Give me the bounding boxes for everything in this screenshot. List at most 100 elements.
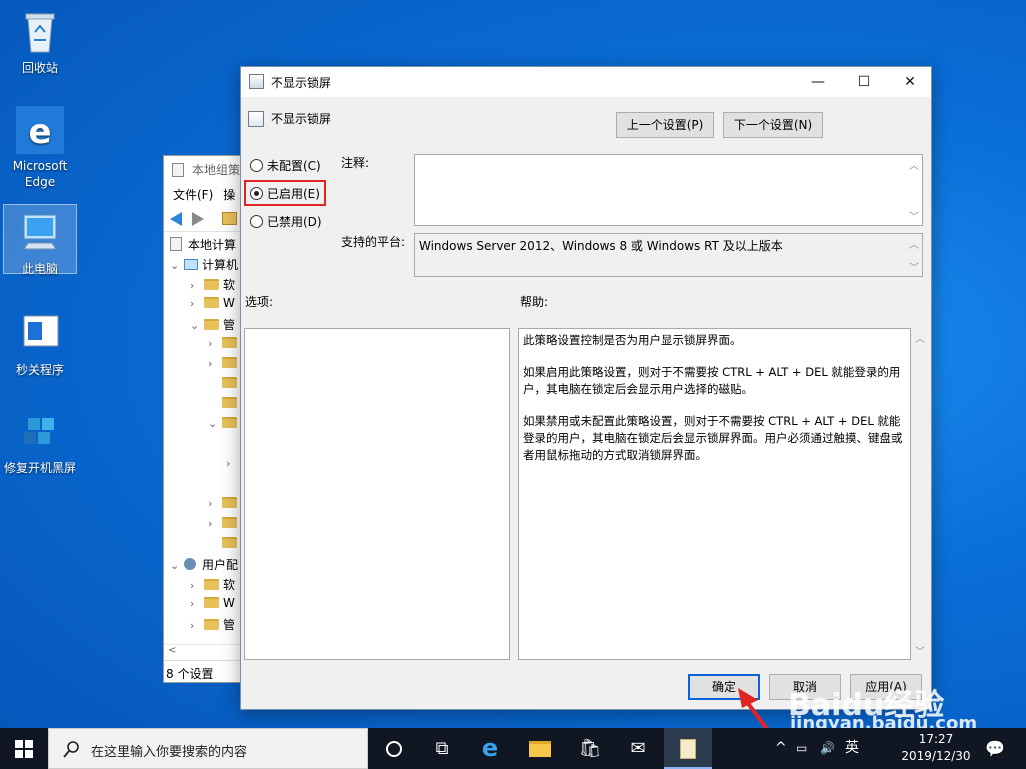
radio-not-configured[interactable]: 未配置(C) bbox=[250, 157, 321, 175]
policy-icon bbox=[248, 111, 264, 127]
folder-icon bbox=[222, 377, 237, 388]
taskbar-file-explorer[interactable] bbox=[516, 728, 564, 769]
forward-arrow-icon[interactable] bbox=[192, 212, 204, 226]
desktop-icon-this-pc[interactable]: 此电脑 bbox=[3, 204, 77, 276]
setting-name: 不显示锁屏 bbox=[271, 112, 332, 126]
taskbar-policy-editor[interactable] bbox=[664, 728, 712, 769]
chevron-right-icon[interactable]: › bbox=[208, 357, 222, 370]
chevron-right-icon[interactable]: › bbox=[190, 297, 204, 310]
help-paragraph: 如果禁用或未配置此策略设置，则对于不需要按 CTRL + ALT + DEL 就… bbox=[523, 414, 903, 462]
tree-node-user-software[interactable]: › 软 bbox=[190, 576, 235, 594]
folder-icon bbox=[222, 417, 237, 428]
scroll-down-icon[interactable]: ﹀ bbox=[906, 208, 922, 223]
notification-center-icon[interactable]: 💬 bbox=[985, 728, 1005, 769]
chevron-down-icon[interactable]: ⌄ bbox=[170, 259, 184, 272]
tree-node-user-admin[interactable]: › 管 bbox=[190, 616, 235, 634]
radio-circle[interactable] bbox=[250, 159, 263, 172]
folder-icon bbox=[222, 517, 237, 528]
close-button[interactable]: ✕ bbox=[887, 67, 933, 97]
menu-file[interactable]: 文件(F) bbox=[173, 188, 213, 202]
computer-icon bbox=[184, 259, 198, 270]
edge-icon: e bbox=[16, 106, 64, 154]
help-pane[interactable]: 此策略设置控制是否为用户显示锁屏界面。 如果启用此策略设置，则对于不需要按 CT… bbox=[518, 328, 911, 660]
input-method-indicator[interactable]: 英 bbox=[845, 728, 859, 769]
menu-action[interactable]: 操 bbox=[223, 188, 235, 202]
chevron-right-icon[interactable]: › bbox=[208, 517, 222, 530]
comment-textarea[interactable]: ︿ ﹀ bbox=[414, 154, 923, 226]
tree-node-user-windows[interactable]: › W bbox=[190, 596, 235, 614]
back-arrow-icon[interactable] bbox=[170, 212, 182, 226]
previous-setting-button[interactable]: 上一个设置(P) bbox=[616, 112, 714, 138]
tree-node-sub[interactable]: › bbox=[208, 496, 241, 514]
minimize-button[interactable]: — bbox=[795, 67, 841, 97]
maximize-button[interactable]: ☐ bbox=[841, 67, 887, 97]
help-scrollbar[interactable]: ︿ ﹀ bbox=[913, 328, 927, 660]
chevron-right-icon[interactable]: › bbox=[208, 497, 222, 510]
svg-text:e: e bbox=[28, 112, 51, 152]
vertical-scrollbar[interactable]: ︿ ﹀ bbox=[906, 234, 922, 276]
tree-node-software[interactable]: › 软 bbox=[190, 276, 235, 294]
scroll-up-icon[interactable]: ︿ bbox=[906, 236, 922, 251]
tree-node-windows[interactable]: › W bbox=[190, 296, 235, 314]
tree-node-sub[interactable]: ⌄ bbox=[208, 416, 241, 434]
folder-icon bbox=[222, 337, 237, 348]
vertical-scrollbar[interactable]: ︿ ﹀ bbox=[906, 155, 922, 225]
horizontal-scrollbar[interactable]: < bbox=[164, 644, 252, 660]
desktop-icon-edge[interactable]: e Microsoft Edge bbox=[3, 102, 77, 190]
tree-node-user-config[interactable]: ⌄ 用户配 bbox=[170, 556, 238, 574]
options-pane[interactable] bbox=[244, 328, 510, 660]
up-folder-icon[interactable] bbox=[222, 212, 237, 225]
taskbar-edge[interactable]: e bbox=[466, 728, 514, 769]
tray-chevron-up-icon[interactable]: ^ bbox=[775, 728, 787, 769]
desktop-icon-recycle-bin[interactable]: 回收站 bbox=[3, 4, 77, 76]
recycle-bin-icon bbox=[25, 13, 55, 53]
next-setting-button[interactable]: 下一个设置(N) bbox=[723, 112, 823, 138]
desktop-icon-label: 此电脑 bbox=[21, 262, 58, 276]
radio-disabled[interactable]: 已禁用(D) bbox=[250, 213, 322, 231]
tree-node-sub[interactable]: › bbox=[226, 456, 240, 474]
desktop-icon-fix-black-screen[interactable]: 修复开机黑屏 bbox=[3, 404, 77, 476]
tree-node-sub[interactable] bbox=[222, 396, 241, 414]
chevron-right-icon[interactable]: › bbox=[190, 279, 204, 292]
desktop-icon-quick-close[interactable]: 秒关程序 bbox=[3, 306, 77, 378]
tree-node-sub[interactable]: › bbox=[208, 336, 241, 354]
folder-icon bbox=[222, 397, 237, 408]
tree-node-sub[interactable]: › bbox=[208, 516, 241, 534]
chevron-down-icon[interactable]: ⌄ bbox=[190, 319, 204, 332]
volume-icon[interactable]: 🔊 bbox=[820, 728, 835, 769]
scroll-up-icon[interactable]: ︿ bbox=[913, 330, 927, 345]
chevron-down-icon[interactable]: ⌄ bbox=[170, 559, 184, 572]
settings-folder-icon bbox=[222, 537, 237, 548]
radio-circle[interactable] bbox=[250, 215, 263, 228]
chevron-right-icon[interactable]: › bbox=[226, 457, 240, 470]
tree-node-admin-templates[interactable]: ⌄ 管 bbox=[190, 316, 235, 334]
supported-platform-field: Windows Server 2012、Windows 8 或 Windows … bbox=[414, 233, 923, 277]
chevron-down-icon[interactable]: ⌄ bbox=[208, 417, 222, 430]
scroll-up-icon[interactable]: ︿ bbox=[906, 157, 922, 172]
taskbar-clock[interactable]: 17:27 2019/12/30 bbox=[896, 731, 976, 765]
policy-setting-dialog[interactable]: 不显示锁屏 — ☐ ✕ 不显示锁屏 上一个设置(P) 下一个设置(N) 未配置(… bbox=[240, 66, 932, 710]
folder-icon bbox=[204, 619, 219, 630]
network-icon[interactable]: ▭ bbox=[796, 728, 807, 769]
scroll-left-icon[interactable]: < bbox=[168, 645, 176, 656]
cortana-button[interactable] bbox=[370, 728, 418, 769]
chevron-right-icon[interactable]: › bbox=[208, 337, 222, 350]
scroll-down-icon[interactable]: ﹀ bbox=[906, 259, 922, 274]
store-bag-icon: 🛍 bbox=[578, 738, 602, 759]
policy-icon bbox=[680, 739, 696, 759]
chevron-right-icon[interactable]: › bbox=[190, 619, 204, 632]
tree-node-sub[interactable] bbox=[222, 376, 241, 394]
tree-node-sub[interactable]: › bbox=[208, 356, 241, 374]
taskbar-store[interactable]: 🛍 bbox=[566, 728, 614, 769]
scroll-down-icon[interactable]: ﹀ bbox=[913, 643, 927, 658]
tree-node-sub[interactable] bbox=[222, 536, 241, 554]
taskbar-search-box[interactable]: 在这里输入你要搜索的内容 bbox=[48, 728, 368, 769]
taskbar-mail[interactable]: ✉ bbox=[614, 728, 662, 769]
chevron-right-icon[interactable]: › bbox=[190, 597, 204, 610]
tree-node-computer-config[interactable]: ⌄ 计算机 bbox=[170, 256, 238, 274]
task-view-button[interactable]: ⧉ bbox=[418, 728, 466, 769]
chevron-right-icon[interactable]: › bbox=[190, 579, 204, 592]
dialog-title-bar[interactable]: 不显示锁屏 — ☐ ✕ bbox=[241, 67, 931, 97]
tree-node-root[interactable]: 本地计算 bbox=[170, 236, 236, 254]
start-button[interactable] bbox=[0, 728, 48, 769]
